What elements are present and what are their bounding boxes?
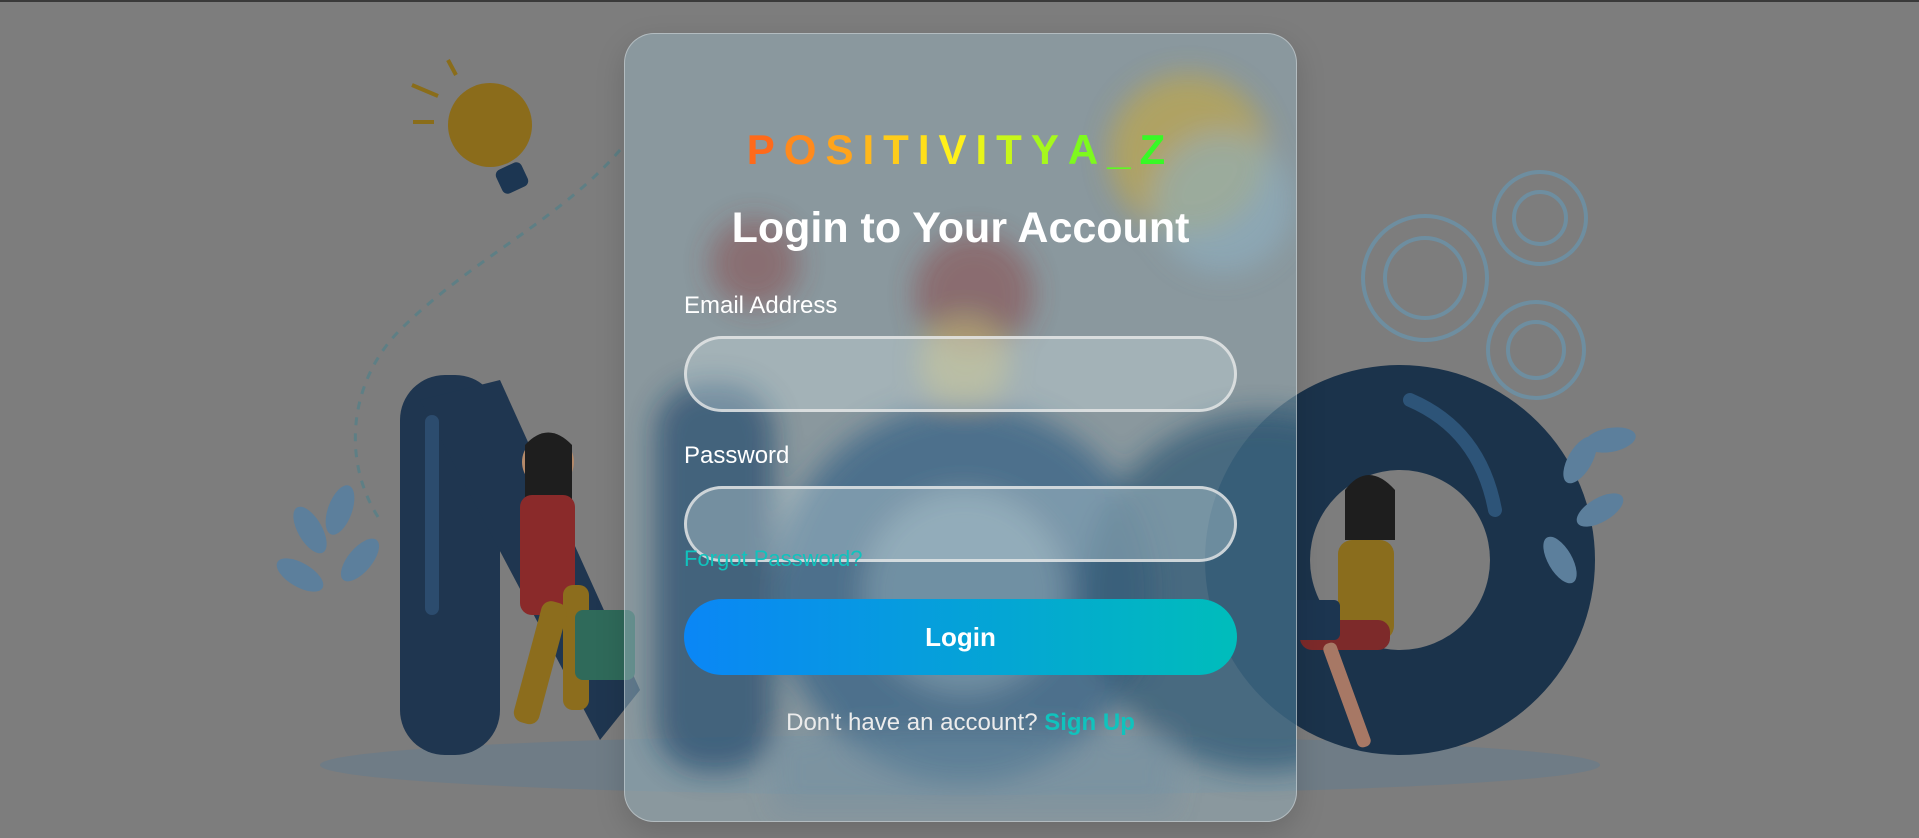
brand-letter: Y <box>1030 126 1068 173</box>
email-label: Email Address <box>684 292 838 319</box>
brand-letter: I <box>975 126 997 173</box>
signup-prompt: Don't have an account? <box>786 709 1038 736</box>
page-title: Login to Your Account <box>731 204 1190 252</box>
brand-letter: I <box>917 126 939 173</box>
email-input[interactable] <box>684 336 1237 412</box>
brand-letter: _ <box>1107 126 1140 173</box>
brand-letter: I <box>862 126 884 173</box>
brand-letter: T <box>996 126 1031 173</box>
brand-letter: P <box>746 126 784 173</box>
signup-line: Don't have an account? Sign Up <box>625 709 1296 737</box>
brand-letter: V <box>938 126 976 173</box>
brand-letter: A <box>1067 126 1108 173</box>
sign-up-link[interactable]: Sign Up <box>1044 709 1135 736</box>
brand-logo: POSITIVITYA_Z <box>625 126 1296 174</box>
lightbulb-icon <box>411 59 532 194</box>
login-button[interactable]: Login <box>684 599 1237 675</box>
forgot-password-link[interactable]: Forgot Password? <box>684 546 863 572</box>
login-card: POSITIVITYA_Z Login to Your Account Emai… <box>624 33 1297 822</box>
brand-letter: O <box>783 126 826 173</box>
password-label: Password <box>684 442 790 469</box>
gears-icon <box>1361 170 1588 400</box>
brand-letter: T <box>883 126 918 173</box>
brand-letter: S <box>825 126 863 173</box>
brand-letter: Z <box>1139 126 1175 173</box>
